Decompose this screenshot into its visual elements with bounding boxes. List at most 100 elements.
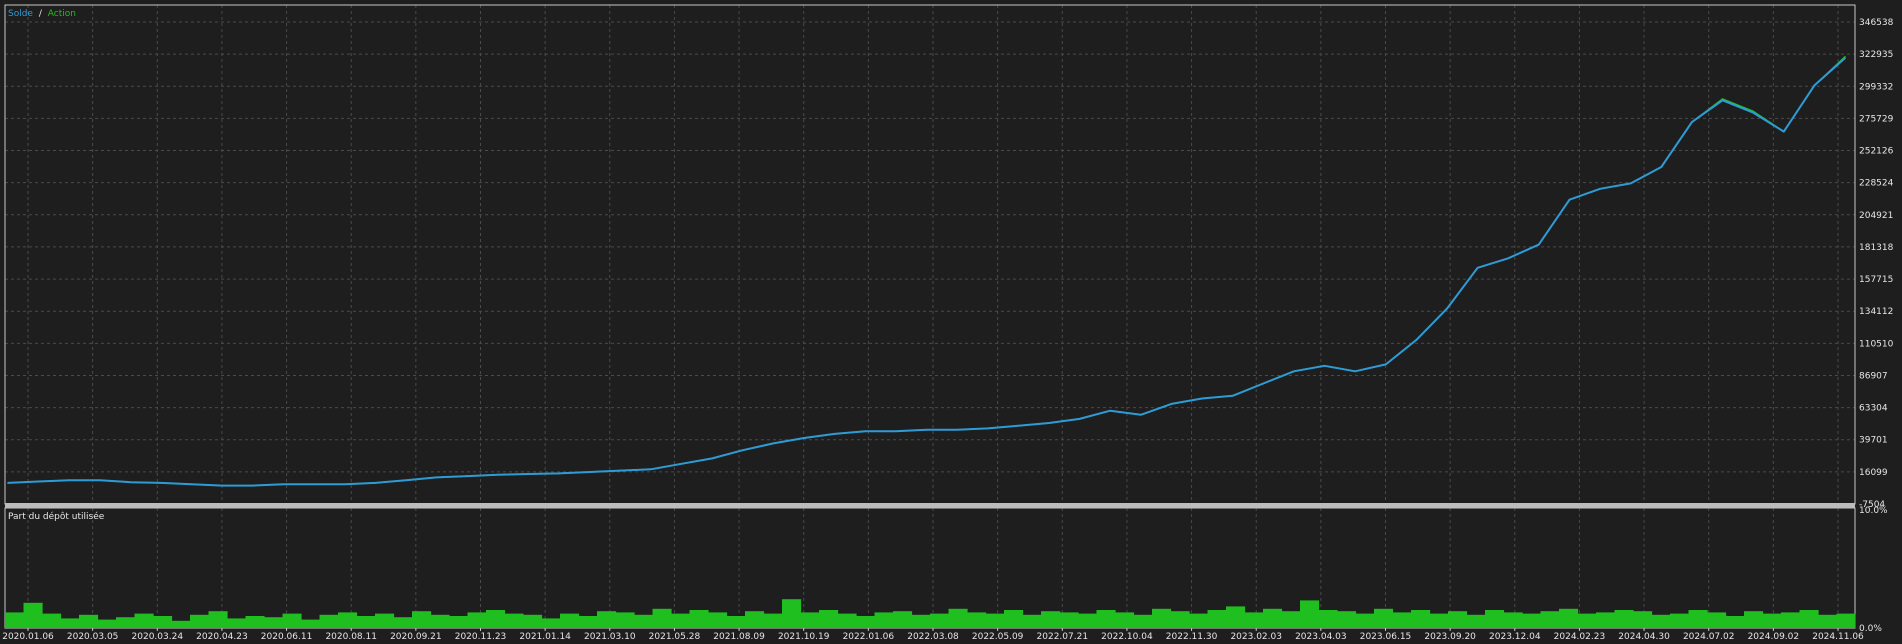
y-tick-label: 228524 (1859, 179, 1894, 189)
series-point-solde (160, 482, 162, 484)
volume-bar (1281, 611, 1301, 628)
volume-bar (375, 613, 395, 628)
series-point-solde (1140, 414, 1142, 416)
series-point-solde (1507, 257, 1509, 260)
volume-bar (911, 614, 931, 628)
series-point-solde (1752, 111, 1754, 114)
series-point-solde (1813, 84, 1816, 87)
series-point-solde (1385, 363, 1387, 366)
series-point-solde (1538, 243, 1540, 246)
volume-bar (985, 613, 1005, 628)
volume-bar (615, 612, 635, 628)
volume-bar (967, 612, 987, 628)
volume-bar (393, 617, 413, 628)
volume-bar (800, 612, 820, 628)
x-tick-label: 2021.08.09 (713, 632, 765, 642)
volume-bar (1355, 613, 1375, 628)
series-point-solde (497, 473, 499, 476)
series-point-solde (588, 471, 591, 473)
volume-bar (1096, 610, 1116, 628)
x-tick-label: 2020.06.11 (261, 632, 313, 642)
series-point-solde (1599, 188, 1601, 190)
volume-bar (597, 611, 617, 628)
volume-bar (1226, 606, 1246, 628)
volume-bar (319, 614, 339, 628)
volume-bar (1374, 608, 1394, 628)
volume-bar (1411, 610, 1431, 628)
volume-bar (301, 619, 321, 628)
series-point-solde (1629, 182, 1632, 185)
volume-bar (1725, 616, 1745, 628)
volume-bar (819, 610, 839, 628)
volume-bar (1133, 614, 1153, 628)
series-point-solde (7, 482, 9, 484)
volume-bar (5, 612, 25, 628)
x-tick-label: 2020.04.23 (196, 632, 248, 642)
x-tick-label: 2021.03.10 (584, 632, 636, 642)
x-tick-label: 2023.09.20 (1424, 632, 1476, 642)
volume-bar (1781, 612, 1801, 628)
x-tick-label: 2023.04.03 (1295, 632, 1347, 642)
volume-bar (671, 613, 691, 628)
y-tick-label: 157715 (1859, 275, 1893, 285)
volume-bar (1392, 612, 1412, 628)
series-point-solde (405, 479, 407, 482)
series-point-solde (252, 484, 254, 487)
volume-bar (171, 620, 191, 628)
volume-bar (1596, 612, 1616, 628)
volume-bar (652, 608, 672, 628)
volume-bar (708, 612, 728, 628)
x-tick-label: 2022.10.04 (1101, 632, 1153, 642)
series-point-solde (1783, 130, 1785, 133)
volume-bar (1115, 612, 1135, 628)
series-point-solde (68, 479, 70, 482)
volume-bar (1744, 611, 1764, 628)
volume-bar (23, 602, 43, 628)
y-tick-label: 110510 (1859, 339, 1894, 349)
volume-bar (1429, 613, 1449, 628)
x-tick-label: 2023.12.04 (1489, 632, 1541, 642)
volume-bar (541, 618, 561, 628)
volume-bar (338, 612, 358, 628)
volume-bar (1152, 608, 1172, 628)
volume-bar (486, 610, 506, 628)
volume-bar (1170, 611, 1190, 628)
volume-bar (116, 617, 136, 628)
volume-bar (282, 613, 302, 628)
series-point-solde (925, 429, 928, 431)
volume-bar (1762, 613, 1782, 628)
x-tick-label: 2020.01.06 (2, 632, 54, 642)
series-point-solde (1201, 397, 1203, 400)
volume-bar (726, 616, 746, 628)
volume-bar (208, 611, 228, 628)
panel-separator (5, 503, 1855, 508)
series-point-solde (558, 472, 560, 475)
volume-bar (153, 616, 173, 628)
series-point-solde (1170, 403, 1173, 405)
volume-bar (79, 614, 99, 628)
volume-bar (634, 614, 654, 628)
series-point-solde (190, 483, 193, 486)
legend-separator: / (39, 9, 43, 19)
volume-bar (745, 611, 765, 628)
series-point-solde (711, 457, 713, 460)
x-tick-label: 2022.03.08 (907, 632, 959, 642)
volume-bar (97, 619, 117, 628)
volume-bar (449, 616, 469, 628)
series-point-solde (1078, 418, 1081, 420)
x-tick-label: 2023.06.15 (1360, 632, 1412, 642)
x-tick-label: 2020.03.05 (67, 632, 119, 642)
series-point-solde (1048, 422, 1050, 424)
volume-bar (1670, 613, 1690, 628)
series-point-solde (1568, 198, 1571, 201)
sub-panel-title: Part du dépôt utilisée (8, 511, 105, 522)
volume-bar (1522, 613, 1542, 628)
volume-bar (893, 611, 913, 628)
series-point-solde (680, 463, 683, 465)
volume-bar (1836, 613, 1856, 628)
x-tick-label: 2021.05.28 (649, 632, 701, 642)
series-point-solde (129, 481, 132, 484)
volume-bar (60, 618, 80, 628)
series-point-solde (772, 442, 775, 445)
x-tick-label: 2020.09.21 (390, 632, 442, 642)
